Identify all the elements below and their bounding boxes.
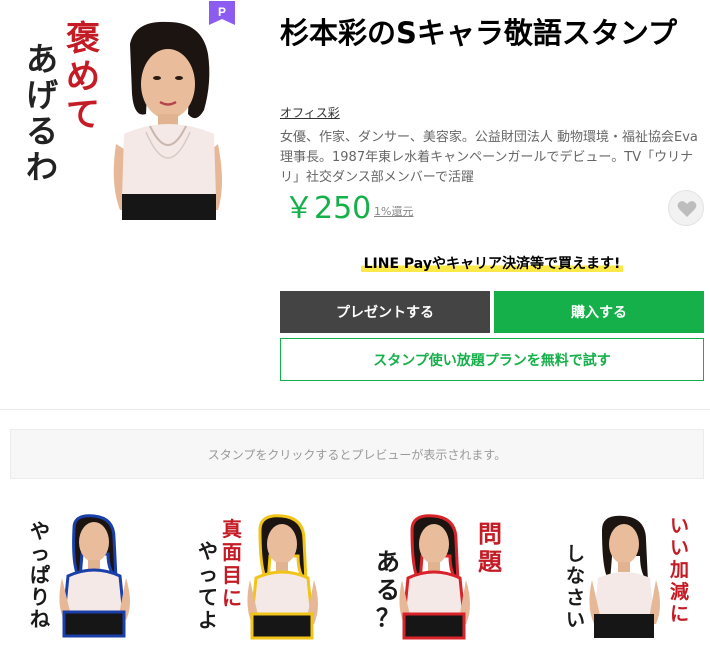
sticker-list: やっぱりね 真面目に やってよ 問題 ある？ いい加減に しなさい xyxy=(0,508,710,658)
main-sticker-text-red: 褒めて xyxy=(66,20,100,134)
svg-text:P: P xyxy=(218,5,226,19)
payment-note: LINE Payやキャリア決済等で買えます! xyxy=(280,253,704,275)
divider xyxy=(0,409,710,410)
svg-text:いい加減に: いい加減に xyxy=(669,516,689,625)
sticker-item[interactable]: いい加減に しなさい xyxy=(558,508,698,648)
svg-text:しなさい: しなさい xyxy=(566,544,585,631)
sticker-item[interactable]: 問題 ある？ xyxy=(372,508,512,648)
svg-text:問題: 問題 xyxy=(478,521,503,576)
buy-button[interactable]: 購入する xyxy=(494,291,704,333)
svg-text:やってよ: やってよ xyxy=(198,540,218,632)
sticker-item[interactable]: 真面目に やってよ xyxy=(190,508,330,648)
premium-badge: P xyxy=(209,1,235,25)
heart-icon xyxy=(677,201,697,217)
svg-text:やっぱりね: やっぱりね xyxy=(30,520,50,631)
cashback-link[interactable]: 1%還元 xyxy=(374,203,413,219)
sticker-item[interactable]: やっぱりね xyxy=(12,508,152,648)
product-price: ￥250 xyxy=(284,191,372,226)
present-button[interactable]: プレゼントする xyxy=(280,291,490,333)
product-title: 杉本彩のSキャラ敬語スタンプ xyxy=(280,16,678,50)
main-sticker-image: 褒めて あげるわ xyxy=(20,14,230,220)
preview-area: スタンプをクリックするとプレビューが表示されます。 xyxy=(10,429,704,479)
svg-text:ある？: ある？ xyxy=(376,549,400,632)
author-link[interactable]: オフィス彩 xyxy=(280,104,340,121)
favorite-button[interactable] xyxy=(668,190,704,226)
product-description: 女優、作家、ダンサー、美容家。公益財団法人 動物環境・福祉協会Eva理事長。19… xyxy=(280,130,698,185)
main-sticker-text-black: あげるわ xyxy=(26,41,58,185)
svg-text:真面目に: 真面目に xyxy=(222,517,242,610)
free-trial-plan-button[interactable]: スタンプ使い放題プランを無料で試す xyxy=(280,338,704,381)
